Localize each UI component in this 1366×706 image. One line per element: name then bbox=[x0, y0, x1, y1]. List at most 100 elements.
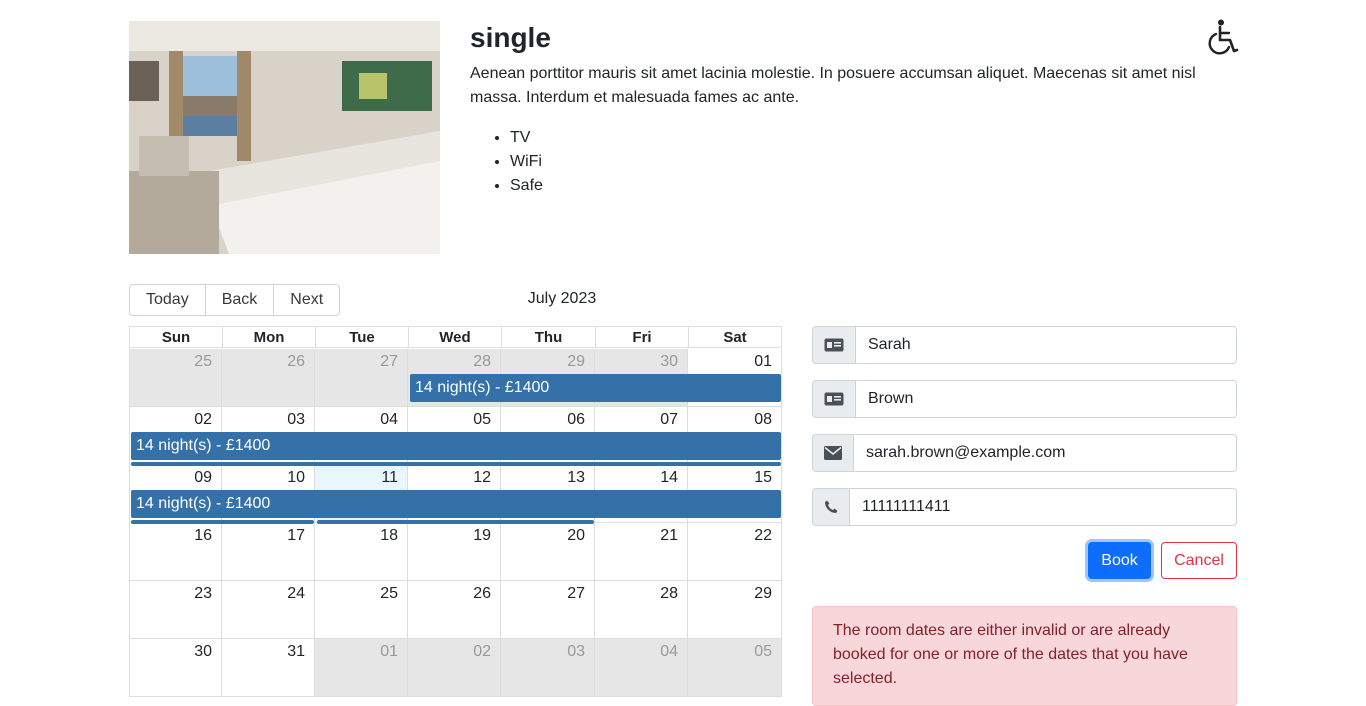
day-number: 26 bbox=[473, 585, 491, 602]
calendar-day-cell[interactable]: 29 bbox=[688, 581, 782, 639]
room-description: Aenean porttitor mauris sit amet lacinia… bbox=[470, 65, 1196, 106]
day-number: 10 bbox=[287, 469, 305, 486]
day-number: 06 bbox=[567, 411, 585, 428]
day-number: 14 bbox=[660, 469, 678, 486]
booking-event[interactable]: 14 night(s) - £1400 bbox=[410, 374, 781, 402]
day-number: 09 bbox=[194, 469, 212, 486]
calendar-day-cell[interactable]: 27 bbox=[501, 581, 595, 639]
weekday-header: Fri bbox=[595, 326, 689, 348]
phone-group bbox=[812, 488, 1237, 526]
calendar-toolbar: Today Back Next bbox=[129, 284, 341, 316]
calendar-day-cell[interactable]: 16 bbox=[129, 523, 222, 581]
day-number: 29 bbox=[754, 585, 772, 602]
calendar-day-cell[interactable]: 17 bbox=[222, 523, 315, 581]
day-number: 28 bbox=[473, 353, 491, 370]
phone-input[interactable] bbox=[849, 488, 1237, 526]
day-number: 11 bbox=[381, 469, 398, 486]
day-number: 18 bbox=[380, 527, 398, 544]
day-number: 03 bbox=[567, 643, 585, 660]
day-number: 24 bbox=[287, 585, 305, 602]
weekday-header: Mon bbox=[222, 326, 316, 348]
calendar-day-cell[interactable]: 25 bbox=[129, 349, 222, 407]
lastname-group bbox=[812, 380, 1237, 418]
calendar-day-cell[interactable]: 18 bbox=[315, 523, 408, 581]
day-number: 28 bbox=[660, 585, 678, 602]
room-title: single bbox=[470, 22, 551, 53]
calendar-day-cell[interactable]: 05 bbox=[688, 639, 782, 697]
day-number: 02 bbox=[194, 411, 212, 428]
day-number: 30 bbox=[194, 643, 212, 660]
day-number: 15 bbox=[754, 469, 772, 486]
calendar-day-cell[interactable]: 20 bbox=[501, 523, 595, 581]
firstname-group bbox=[812, 326, 1237, 364]
feature-item: WiFi bbox=[510, 150, 543, 174]
calendar-day-cell[interactable]: 04 bbox=[595, 639, 688, 697]
day-number: 22 bbox=[754, 527, 772, 544]
day-number: 20 bbox=[567, 527, 585, 544]
envelope-icon bbox=[812, 434, 853, 472]
day-number: 29 bbox=[567, 353, 585, 370]
lastname-input[interactable] bbox=[855, 380, 1237, 418]
booking-event-strip bbox=[131, 462, 781, 466]
back-button[interactable]: Back bbox=[204, 284, 275, 316]
calendar-day-cell[interactable]: 26 bbox=[222, 349, 315, 407]
day-number: 25 bbox=[380, 585, 398, 602]
weekday-header: Wed bbox=[408, 326, 502, 348]
calendar-day-cell[interactable]: 21 bbox=[595, 523, 688, 581]
calendar-day-cell[interactable]: 02 bbox=[408, 639, 501, 697]
calendar-day-cell[interactable]: 24 bbox=[222, 581, 315, 639]
day-number: 05 bbox=[473, 411, 491, 428]
day-number: 23 bbox=[194, 585, 212, 602]
booking-event[interactable]: 14 night(s) - £1400 bbox=[131, 432, 781, 460]
day-number: 16 bbox=[194, 527, 212, 544]
email-input[interactable] bbox=[853, 434, 1237, 472]
day-number: 05 bbox=[754, 643, 772, 660]
book-button[interactable]: Book bbox=[1088, 542, 1151, 579]
day-number: 12 bbox=[473, 469, 491, 486]
calendar-day-cell[interactable]: 26 bbox=[408, 581, 501, 639]
day-number: 13 bbox=[567, 469, 585, 486]
calendar-header: Sun Mon Tue Wed Thu Fri Sat bbox=[129, 326, 782, 349]
room-photo bbox=[129, 21, 440, 254]
room-features: TV WiFi Safe bbox=[470, 126, 543, 198]
day-number: 08 bbox=[754, 411, 772, 428]
calendar-day-cell[interactable]: 19 bbox=[408, 523, 501, 581]
weekday-header: Sat bbox=[688, 326, 782, 348]
day-number: 07 bbox=[660, 411, 678, 428]
cancel-button[interactable]: Cancel bbox=[1161, 542, 1237, 579]
booking-calendar: Sun Mon Tue Wed Thu Fri Sat 25 26 27 28 29 30 01 02 03… bbox=[129, 326, 782, 697]
day-number: 04 bbox=[380, 411, 398, 428]
calendar-day-cell[interactable]: 27 bbox=[315, 349, 408, 407]
today-button[interactable]: Today bbox=[129, 284, 206, 316]
day-number: 17 bbox=[287, 527, 305, 544]
day-number: 01 bbox=[380, 643, 398, 660]
day-number: 04 bbox=[660, 643, 678, 660]
day-number: 25 bbox=[194, 353, 212, 370]
day-number: 30 bbox=[660, 353, 678, 370]
booking-event-strip bbox=[317, 520, 594, 524]
calendar-day-cell[interactable]: 31 bbox=[222, 639, 315, 697]
id-card-icon bbox=[812, 380, 855, 418]
calendar-month-label: July 2023 bbox=[527, 290, 597, 307]
email-group bbox=[812, 434, 1237, 472]
day-number: 21 bbox=[660, 527, 678, 544]
calendar-day-cell[interactable]: 28 bbox=[595, 581, 688, 639]
id-card-icon bbox=[812, 326, 855, 364]
calendar-day-cell[interactable]: 25 bbox=[315, 581, 408, 639]
day-number: 27 bbox=[567, 585, 585, 602]
booking-event-strip bbox=[131, 520, 314, 524]
day-number: 01 bbox=[754, 353, 772, 370]
calendar-day-cell[interactable]: 03 bbox=[501, 639, 595, 697]
feature-item: Safe bbox=[510, 174, 543, 198]
next-button[interactable]: Next bbox=[273, 284, 341, 316]
firstname-input[interactable] bbox=[855, 326, 1237, 364]
day-number: 19 bbox=[473, 527, 491, 544]
calendar-day-cell[interactable]: 01 bbox=[315, 639, 408, 697]
booking-event[interactable]: 14 night(s) - £1400 bbox=[131, 490, 781, 518]
day-number: 31 bbox=[287, 643, 305, 660]
error-alert: The room dates are either invalid or are… bbox=[812, 606, 1237, 706]
calendar-day-cell[interactable]: 23 bbox=[129, 581, 222, 639]
day-number: 03 bbox=[287, 411, 305, 428]
calendar-day-cell[interactable]: 30 bbox=[129, 639, 222, 697]
calendar-day-cell[interactable]: 22 bbox=[688, 523, 782, 581]
